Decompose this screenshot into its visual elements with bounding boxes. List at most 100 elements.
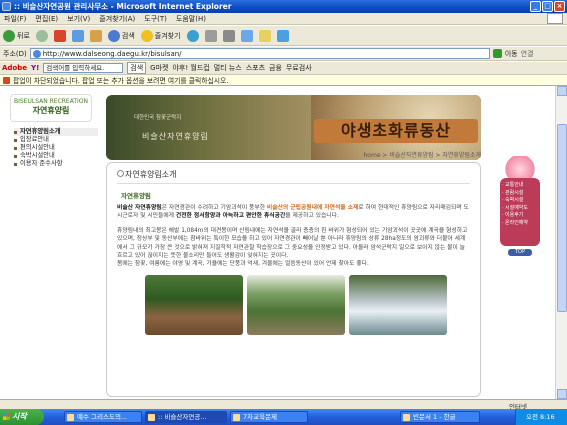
forward-button[interactable] <box>35 29 48 42</box>
site-sidebar: BISEULSAN RECREATION 자연휴양림 자연휴양림소개 입장료안내… <box>6 94 98 394</box>
address-bar: 주소(D) http://www.dalseong.daegu.kr/bisul… <box>0 47 567 61</box>
edit-button[interactable] <box>240 29 253 42</box>
link-gmarket[interactable]: G마켓 <box>150 63 168 73</box>
status-bar: 인터넷 <box>0 399 567 411</box>
link-news[interactable]: 멀티 뉴스 <box>214 63 242 73</box>
address-label: 주소(D) <box>3 49 27 58</box>
search-icon <box>107 29 120 42</box>
vertical-scrollbar[interactable] <box>555 86 567 399</box>
home-icon <box>89 29 102 42</box>
site-logo[interactable]: BISEULSAN RECREATION 자연휴양림 <box>10 94 92 122</box>
research-icon <box>276 29 289 42</box>
quick-online-booking[interactable]: 온라인예약 <box>500 220 540 228</box>
link-finance[interactable]: 금융 <box>269 63 282 73</box>
go-button[interactable]: 이동 <box>505 49 518 59</box>
task-ie-bisulsan[interactable]: :: 비슬산자연공... <box>145 411 227 423</box>
scroll-down-icon[interactable] <box>557 389 567 399</box>
page-viewport: BISEULSAN RECREATION 자연휴양림 자연휴양림소개 입장료안내… <box>0 86 555 399</box>
season-paragraph: 봄에는 참꽃, 여름에는 야영 및 계곡, 가을에는 단풍과 억새, 겨울에는 … <box>117 261 369 268</box>
yahoo-logo[interactable]: Y! <box>31 64 39 72</box>
quick-lodging[interactable]: 숙박시설 <box>500 197 540 205</box>
media-button[interactable] <box>186 29 199 42</box>
clock[interactable]: 오전 8:16 <box>526 413 555 421</box>
quick-menu-box: 교통안내 관람시설 숙박시설 시설예약도 이용후기 온라인예약 <box>500 178 540 246</box>
quick-reservation-map[interactable]: 시설예약도 <box>500 205 540 213</box>
folder-icon <box>258 29 271 42</box>
back-button[interactable]: 뒤로 <box>3 29 30 42</box>
subsection-title: 자연휴양림 <box>121 192 151 200</box>
links-bar: Adobe Y! 검색어를 입력하세요. 검색 G마켓 야후! 월드컵 멀티 뉴… <box>0 62 567 75</box>
quick-menu: 교통안내 관람시설 숙박시설 시설예약도 이용후기 온라인예약 TOP <box>498 156 542 266</box>
mascot-image <box>500 156 540 178</box>
breadcrumb: home > 비슬산자연휴양림 > 자연휴양림소개 <box>363 152 482 159</box>
menu-file[interactable]: 파일(F) <box>4 14 26 24</box>
stop-button[interactable] <box>53 29 66 42</box>
blocked-icon <box>3 76 10 84</box>
refresh-button[interactable] <box>71 29 84 42</box>
banner-small-caption: 대한민국 참꽃군락지 <box>134 115 182 121</box>
infobar-text[interactable]: 팝업이 차단되었습니다. 팝업 또는 추가 옵션을 보려면 여기를 클릭하십시오… <box>13 75 228 85</box>
windows-flag-icon <box>547 13 563 24</box>
page-title: 자연휴양림소개 <box>117 169 470 181</box>
start-button[interactable]: 시작 <box>0 409 44 425</box>
link-worldcup[interactable]: 야후! 월드컵 <box>172 63 209 73</box>
link-free-check[interactable]: 무료검사 <box>286 63 312 73</box>
menu-help[interactable]: 도움말(H) <box>176 14 206 24</box>
toolbar: 뒤로 검색 즐겨찾기 <box>0 26 567 46</box>
toolbar-search-button[interactable]: 검색 <box>127 62 147 74</box>
task-hwp[interactable]: 빈문서 1 - 한글 <box>400 411 480 423</box>
home-button[interactable] <box>89 29 102 42</box>
scroll-up-icon[interactable] <box>557 86 567 96</box>
toolbar-search-input[interactable]: 검색어를 입력하세요. <box>43 63 124 73</box>
quick-traffic[interactable]: 교통안내 <box>500 182 540 190</box>
top-button[interactable]: TOP <box>508 249 532 256</box>
mail-icon <box>204 29 217 42</box>
printer-icon <box>222 29 235 42</box>
adobe-logo[interactable]: Adobe <box>2 64 27 72</box>
close-button[interactable]: × <box>554 1 565 12</box>
quick-viewing[interactable]: 관람시설 <box>500 190 540 198</box>
favorites-button[interactable]: 즐겨찾기 <box>140 29 181 42</box>
side-menu-lodging[interactable]: 숙박시설안내 <box>14 152 98 160</box>
forward-arrow-icon <box>35 29 48 42</box>
print-button[interactable] <box>222 29 235 42</box>
maximize-button[interactable]: □ <box>542 1 553 12</box>
banner-wooden-sign: 야생초화류동산 <box>314 119 478 143</box>
forest-path-photo <box>247 274 345 335</box>
research-button[interactable] <box>276 29 289 42</box>
menu-edit[interactable]: 편집(E) <box>35 14 58 24</box>
mail-button[interactable] <box>204 29 217 42</box>
window-title: :: 비슬산자연공원 관리사무소 - Microsoft Internet Ex… <box>14 2 232 11</box>
intro-paragraph: 비슬산 자연휴양림은 자연경관이 수려하고 기암괴석이 풍부한 비슬산의 군립공… <box>117 205 469 220</box>
menu-tools[interactable]: 도구(T) <box>144 14 167 24</box>
side-menu-fee[interactable]: 입장료안내 <box>14 136 98 144</box>
system-tray: 오전 8:16 <box>515 409 567 425</box>
messenger-button[interactable] <box>258 29 271 42</box>
scroll-thumb[interactable] <box>557 124 567 312</box>
popup-infobar[interactable]: 팝업이 차단되었습니다. 팝업 또는 추가 옵션을 보려면 여기를 클릭하십시오… <box>0 75 567 86</box>
search-button[interactable]: 검색 <box>107 29 135 42</box>
window-titlebar: :: 비슬산자연공원 관리사무소 - Microsoft Internet Ex… <box>0 0 567 13</box>
divider <box>117 183 470 184</box>
menu-view[interactable]: 보기(V) <box>67 14 90 24</box>
links-label[interactable]: 연결 <box>521 49 534 59</box>
side-menu-facilities[interactable]: 편의시설안내 <box>14 144 98 152</box>
menu-favorites[interactable]: 즐겨찾기(A) <box>99 14 135 24</box>
minimize-button[interactable]: _ <box>530 1 541 12</box>
quick-reviews[interactable]: 이용후기 <box>500 212 540 220</box>
star-icon <box>140 29 153 42</box>
address-input[interactable]: http://www.dalseong.daegu.kr/bisulsan/ <box>29 48 490 59</box>
side-menu-rules[interactable]: 이용자 준수사항 <box>14 160 98 168</box>
link-sports[interactable]: 스포츠 <box>246 63 265 73</box>
waterfall-photo <box>349 274 447 335</box>
taskbar: 시작 예수 그리스도의... :: 비슬산자연공... 7차교육문제 빈문서 1… <box>0 409 567 425</box>
task-bible[interactable]: 예수 그리스도의... <box>64 411 142 423</box>
cabin-photo <box>145 274 243 335</box>
back-arrow-icon <box>3 29 15 42</box>
edit-icon <box>240 29 253 42</box>
banner-caption: 비슬산자연휴양림 <box>142 132 209 141</box>
task-exam[interactable]: 7차교육문제 <box>230 411 308 423</box>
go-arrow-icon[interactable] <box>492 49 502 58</box>
stop-icon <box>53 29 66 42</box>
side-menu-intro[interactable]: 자연휴양림소개 <box>14 128 98 136</box>
